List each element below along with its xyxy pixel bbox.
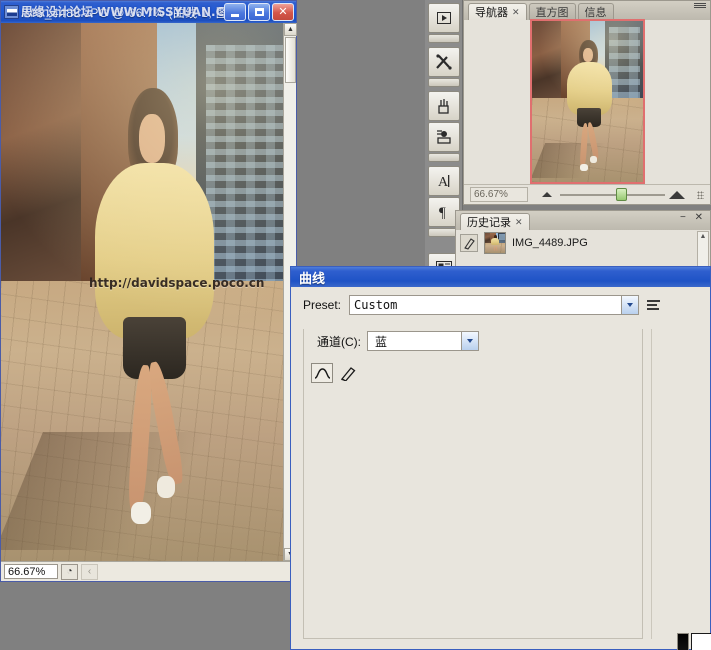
document-sizes-icon[interactable]: ◔ bbox=[61, 563, 78, 580]
navigator-footer: 66.67% bbox=[464, 184, 710, 204]
pencil-tool-icon[interactable] bbox=[337, 363, 359, 383]
close-icon[interactable]: ✕ bbox=[272, 3, 294, 21]
chevron-down-icon[interactable] bbox=[621, 296, 639, 314]
document-window: IMG_4489.JPG @ 66.7% (曲线 1, 图... 思缘设计论坛 … bbox=[0, 0, 297, 582]
panel-menu-icon[interactable] bbox=[694, 3, 706, 8]
history-thumbnail bbox=[484, 232, 506, 254]
document-canvas[interactable]: http://davidspace.poco.cn bbox=[1, 23, 296, 561]
preset-value: Custom bbox=[354, 298, 398, 312]
minimize-button[interactable] bbox=[224, 3, 246, 21]
zoom-slider-thumb[interactable] bbox=[615, 188, 627, 201]
chevron-down-icon[interactable] bbox=[461, 332, 478, 350]
navigator-zoom-slider[interactable] bbox=[534, 188, 691, 202]
maximize-button[interactable] bbox=[248, 3, 270, 21]
dock-divider bbox=[428, 153, 460, 162]
navigator-thumb-image bbox=[531, 20, 643, 182]
tab-history-label: 历史记录 bbox=[467, 217, 511, 229]
document-status-bar: 66.67% ◔ ‹ bbox=[1, 561, 296, 581]
preset-label: Preset: bbox=[303, 298, 342, 312]
curves-dialog: 曲线 Preset: Custom 通道(C): 蓝 bbox=[290, 266, 711, 650]
navigator-thumbnail[interactable] bbox=[529, 18, 645, 184]
preset-row: Preset: Custom bbox=[303, 295, 702, 315]
animation-icon[interactable] bbox=[428, 3, 460, 33]
preset-options-icon[interactable] bbox=[647, 297, 663, 313]
document-title: IMG_4489.JPG @ 66.7% (曲线 1, 图... bbox=[21, 5, 240, 20]
channel-select[interactable]: 蓝 bbox=[367, 331, 479, 351]
navigator-panel: 导航器 ✕ 直方图 信息 66.67% bbox=[463, 0, 711, 205]
curve-tool-icon[interactable] bbox=[311, 363, 333, 383]
document-icon bbox=[4, 5, 19, 19]
tab-history[interactable]: 历史记录 ✕ bbox=[460, 213, 530, 230]
dialog-divider bbox=[651, 329, 652, 639]
curves-dialog-title-bar[interactable]: 曲线 bbox=[291, 267, 710, 287]
window-buttons: ✕ bbox=[224, 3, 294, 21]
brushes-icon[interactable] bbox=[428, 91, 460, 121]
panel-minimize-close[interactable]: − ✕ bbox=[680, 212, 706, 223]
history-tab-strip: 历史记录 ✕ − ✕ bbox=[456, 211, 710, 230]
output-gradient-strip bbox=[677, 633, 689, 650]
svg-text:¶: ¶ bbox=[439, 205, 446, 220]
history-item[interactable]: IMG_4489.JPG bbox=[456, 230, 710, 256]
photo-image bbox=[1, 23, 296, 561]
tab-navigator-label: 导航器 bbox=[475, 7, 508, 19]
zoom-out-icon[interactable] bbox=[542, 192, 552, 197]
history-thumb-image bbox=[485, 233, 505, 253]
document-title-bar[interactable]: IMG_4489.JPG @ 66.7% (曲线 1, 图... 思缘设计论坛 … bbox=[1, 1, 296, 23]
history-panel: 历史记录 ✕ − ✕ IMG_4489.JPG ▲ bbox=[455, 210, 711, 268]
history-snapshot-icon[interactable] bbox=[460, 234, 478, 252]
svg-text:A: A bbox=[438, 175, 449, 189]
channel-label: 通道(C): bbox=[317, 334, 361, 349]
history-scrollbar[interactable]: ▲ bbox=[697, 231, 709, 267]
curves-dialog-title: 曲线 bbox=[299, 270, 326, 286]
curves-plot[interactable] bbox=[692, 634, 711, 650]
channel-row: 通道(C): 蓝 bbox=[317, 331, 485, 351]
scroll-thumb[interactable] bbox=[285, 37, 296, 83]
tab-navigator[interactable]: 导航器 ✕ bbox=[468, 3, 527, 20]
dock-divider bbox=[428, 78, 460, 87]
curves-graph[interactable]: co http://ph bbox=[691, 633, 711, 650]
navigator-zoom-field[interactable]: 66.67% bbox=[470, 187, 528, 202]
resize-grip[interactable] bbox=[697, 190, 704, 199]
preset-select[interactable]: Custom bbox=[349, 295, 640, 315]
tools-icon[interactable] bbox=[428, 47, 460, 77]
zoom-level-field[interactable]: 66.67% bbox=[4, 564, 58, 579]
scroll-up-icon[interactable]: ▲ bbox=[284, 23, 297, 36]
close-icon[interactable]: ✕ bbox=[512, 7, 520, 18]
dock-divider bbox=[428, 34, 460, 43]
character-icon[interactable]: A bbox=[428, 166, 460, 196]
tab-info[interactable]: 信息 bbox=[577, 3, 614, 20]
channel-value: 蓝 bbox=[375, 334, 388, 349]
zoom-in-icon[interactable] bbox=[669, 190, 685, 199]
history-item-label: IMG_4489.JPG bbox=[512, 237, 588, 249]
status-expand-icon[interactable]: ‹ bbox=[81, 563, 98, 580]
tool-presets-icon[interactable] bbox=[428, 122, 460, 152]
close-icon[interactable]: ✕ bbox=[515, 217, 523, 228]
navigator-preview[interactable] bbox=[464, 18, 710, 184]
photoshop-workspace: IMG_4489.JPG @ 66.7% (曲线 1, 图... 思缘设计论坛 … bbox=[0, 0, 711, 650]
photo-watermark: http://davidspace.poco.cn bbox=[89, 276, 265, 290]
navigator-tab-strip: 导航器 ✕ 直方图 信息 bbox=[464, 1, 710, 20]
curve-tools bbox=[311, 363, 359, 383]
tab-histogram[interactable]: 直方图 bbox=[528, 3, 576, 20]
